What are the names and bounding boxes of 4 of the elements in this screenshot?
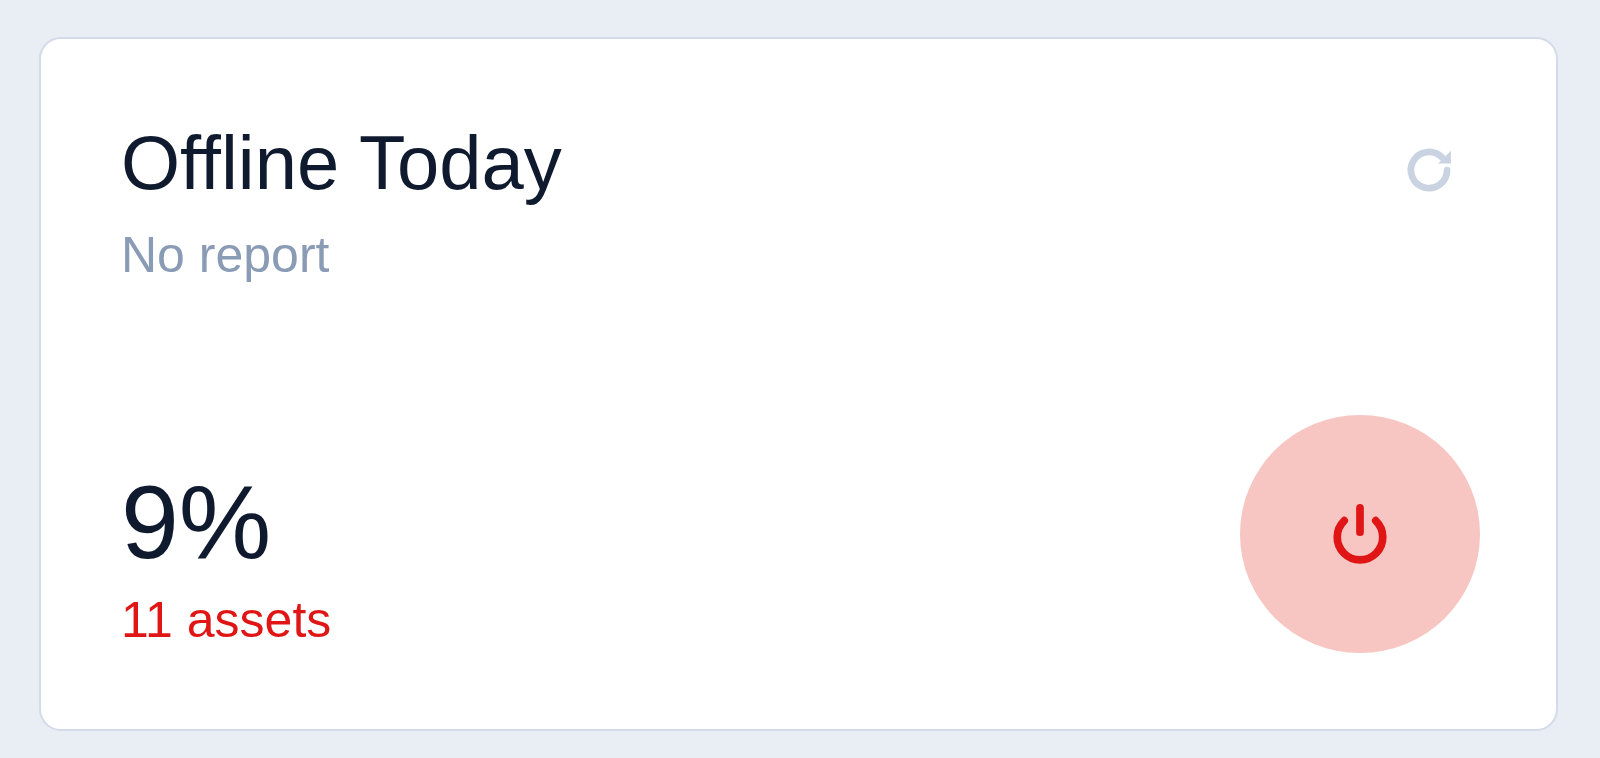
asset-count: 11 assets bbox=[121, 591, 332, 649]
card-subtitle: No report bbox=[121, 226, 331, 285]
card-title: Offline Today bbox=[121, 119, 562, 207]
stat-value: 9% bbox=[121, 464, 273, 579]
